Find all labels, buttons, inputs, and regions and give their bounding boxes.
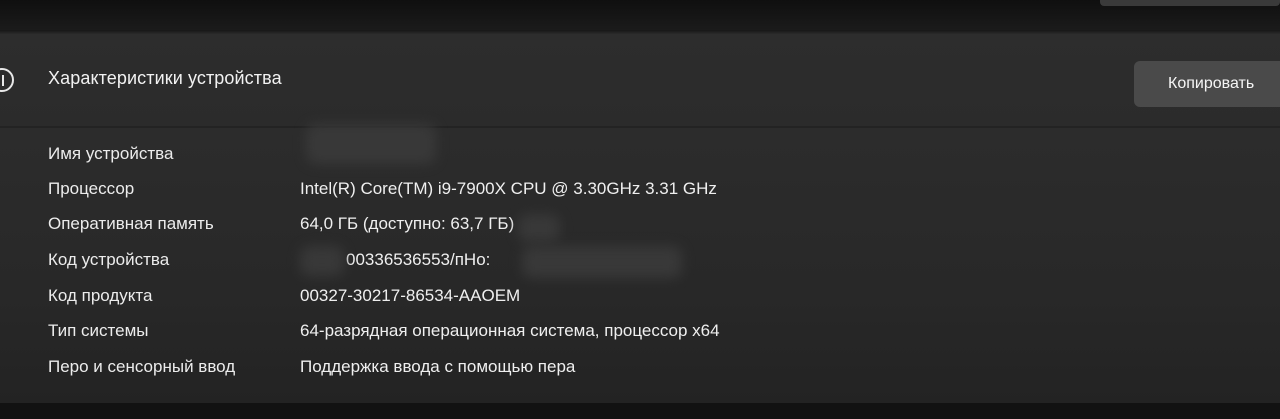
- spec-label: Тип системы: [48, 321, 149, 340]
- redacted-device-id-prefix: [300, 246, 344, 276]
- spec-row-ram: Оперативная память 64,0 ГБ (доступно: 63…: [0, 214, 1280, 244]
- bottom-strip: [0, 403, 1280, 419]
- redacted-device-id-tail: [522, 246, 682, 278]
- spec-label: Код устройства: [48, 250, 170, 269]
- top-strip: [0, 0, 1280, 30]
- spec-row-system-type: Тип системы 64-разрядная операционная си…: [0, 321, 1280, 351]
- spec-value: 00327-30217-86534-AAOEM: [300, 286, 521, 305]
- spec-value: Поддержка ввода с помощью пера: [300, 357, 576, 376]
- spec-label: Оперативная память: [48, 214, 214, 233]
- spec-label: Перо и сенсорный ввод: [48, 357, 236, 376]
- spec-row-product-id: Код продукта 00327-30217-86534-AAOEM: [0, 286, 1280, 316]
- redacted-device-name: [306, 124, 436, 164]
- redacted-ram-tail: [518, 214, 560, 242]
- top-corner-button[interactable]: [1100, 0, 1280, 6]
- spec-value: 64-разрядная операционная система, проце…: [300, 321, 720, 340]
- spec-row-pen-touch: Перо и сенсорный ввод Поддержка ввода с …: [0, 357, 1280, 387]
- spec-row-device-name: Имя устройства: [0, 144, 1280, 174]
- settings-screen: Характеристики устройства Копировать Имя…: [0, 0, 1280, 419]
- spec-value: 00336536553/пНо:: [346, 250, 491, 269]
- spec-row-processor: Процессор Intel(R) Core(TM) i9-7900X CPU…: [0, 179, 1280, 209]
- spec-label: Код продукта: [48, 286, 153, 305]
- spec-label: Имя устройства: [48, 144, 174, 163]
- copy-button[interactable]: Копировать: [1134, 61, 1280, 107]
- spec-value: 64,0 ГБ (доступно: 63,7 ГБ): [300, 214, 515, 233]
- spec-label: Процессор: [48, 179, 135, 198]
- section-title: Характеристики устройства: [48, 68, 282, 88]
- spec-value: Intel(R) Core(TM) i9-7900X CPU @ 3.30GHz…: [300, 179, 717, 198]
